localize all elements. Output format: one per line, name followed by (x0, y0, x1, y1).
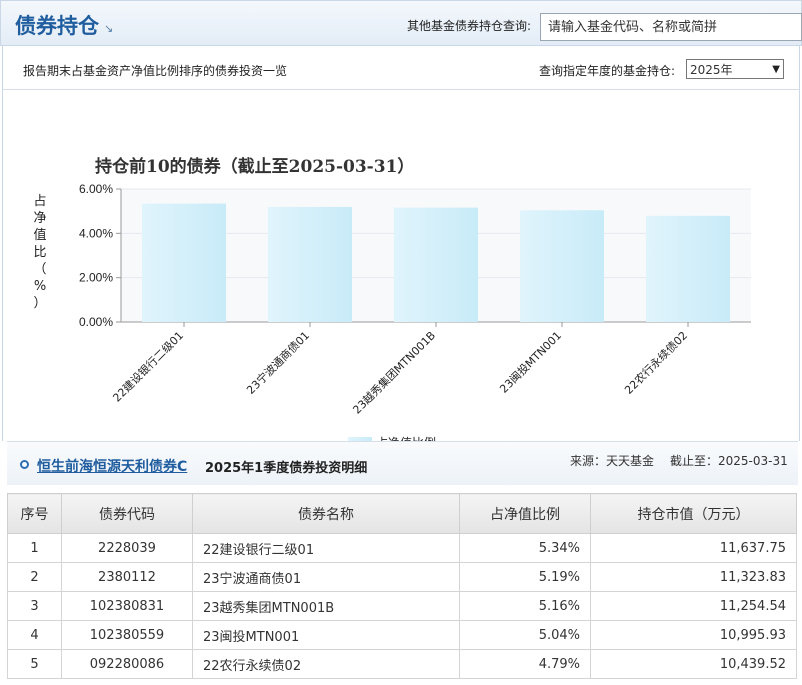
table-row: 4 102380559 23闽投MTN001 5.04% 10,995.93 (7, 620, 797, 650)
year-select-label: 查询指定年度的基金持仓: (539, 64, 676, 78)
chevron-down-icon: ▼ (772, 63, 780, 75)
column-header-value: 持仓市值（万元） (590, 493, 797, 534)
cell-code: 092280086 (61, 649, 193, 679)
cell-code: 102380831 (61, 591, 193, 621)
column-header-ratio: 占净值比例 (459, 493, 591, 534)
cell-code: 2228039 (61, 533, 193, 563)
cell-no: 1 (7, 533, 62, 563)
plot-area: 0.00% 2.00% 4.00% 6.00% 22建设银行二级01 23宁波通商债01 2… (79, 182, 751, 417)
chart-panel: 报告期末占基金资产净值比例排序的债券投资一览 查询指定年度的基金持仓: 2025… (2, 46, 800, 441)
holdings-description: 报告期末占基金资产净值比例排序的债券投资一览 (23, 64, 288, 78)
as-of-date: 截止至：2025-03-31 (670, 454, 788, 468)
y-axis-label-char: （ (33, 262, 46, 277)
y-axis-label-char: ） (33, 296, 46, 311)
cell-ratio: 5.19% (459, 562, 591, 592)
cell-no: 3 (7, 591, 62, 621)
y-tick-label: 6.00% (79, 182, 113, 196)
fund-query-label: 其他基金债券持仓查询: (407, 19, 532, 33)
table-header-row: 序号 债券代码 债券名称 占净值比例 持仓市值（万元） (7, 493, 797, 534)
bar[interactable] (646, 215, 730, 322)
cell-value: 11,323.83 (590, 562, 797, 592)
expand-arrow-icon[interactable]: ↘ (104, 22, 113, 35)
cell-code: 102380559 (61, 620, 193, 650)
fund-name-link[interactable]: 恒生前海恒源天利债券C (37, 456, 187, 476)
chart-title: 持仓前10的债券（截止至2025-03-31） (95, 156, 414, 177)
table-row: 1 2228039 22建设银行二级01 5.34% 11,637.75 (7, 533, 797, 563)
table-row: 5 092280086 22农行永续债02 4.79% 10,439.52 (7, 649, 797, 679)
detail-header: 恒生前海恒源天利债券C 2025年1季度债券投资明细 来源：天天基金 截止至：2… (7, 441, 798, 485)
cell-code: 2380112 (61, 562, 193, 592)
cell-name: 23越秀集团MTN001B (192, 591, 460, 621)
x-tick-label: 22农行永续债02 (622, 328, 691, 397)
cell-name: 22农行永续债02 (192, 649, 460, 679)
holdings-table: 序号 债券代码 债券名称 占净值比例 持仓市值（万元） 1 2228039 22… (7, 493, 797, 679)
x-tick-label: 23宁波通商债01 (244, 328, 313, 397)
bar[interactable] (394, 207, 478, 322)
cell-name: 23宁波通商债01 (192, 562, 460, 592)
y-axis-label-char: 占 (33, 194, 46, 209)
cell-value: 10,995.93 (590, 620, 797, 650)
data-source: 来源：天天基金 (570, 454, 655, 468)
fund-search-input[interactable] (540, 13, 802, 41)
bar[interactable] (520, 210, 604, 322)
cell-value: 11,254.54 (590, 591, 797, 621)
page-header: 债券持仓 ↘ 其他基金债券持仓查询: (0, 0, 802, 46)
y-tick-label: 4.00% (79, 226, 113, 240)
year-select-value: 2025年 (690, 62, 733, 77)
bullet-icon (20, 460, 29, 469)
cell-name: 22建设银行二级01 (192, 533, 460, 563)
cell-no: 5 (7, 649, 62, 679)
bar[interactable] (142, 203, 226, 322)
table-row: 2 2380112 23宁波通商债01 5.19% 11,323.83 (7, 562, 797, 592)
year-select[interactable]: 2025年 ▼ (686, 59, 784, 79)
x-tick-label: 22建设银行二级01 (110, 328, 186, 404)
cell-ratio: 5.04% (459, 620, 591, 650)
y-axis-label-char: 比 (33, 245, 46, 260)
detail-title: 2025年1季度债券投资明细 (205, 461, 368, 476)
bond-holdings-chart: 持仓前10的债券（截止至2025-03-31） 占净值比 （% ） 0.00% 2.0… (33, 156, 751, 441)
cell-no: 4 (7, 620, 62, 650)
bar[interactable] (268, 206, 352, 322)
cell-no: 2 (7, 562, 62, 592)
cell-ratio: 4.79% (459, 649, 591, 679)
chart-subbar: 报告期末占基金资产净值比例排序的债券投资一览 查询指定年度的基金持仓: 2025… (3, 46, 799, 90)
cell-value: 11,637.75 (590, 533, 797, 563)
cell-name: 23闽投MTN001 (192, 620, 460, 650)
y-axis-label-char: 值 (33, 227, 46, 243)
column-header-name: 债券名称 (192, 493, 460, 534)
y-axis-label: 占净值比 （% ） (33, 194, 46, 311)
y-tick-label: 0.00% (79, 315, 113, 329)
y-axis-label-char: 净 (33, 211, 46, 226)
y-tick-label: 2.00% (79, 271, 113, 285)
x-tick-label: 23闽投MTN001 (497, 328, 564, 395)
table-row: 3 102380831 23越秀集团MTN001B 5.16% 11,254.5… (7, 591, 797, 621)
cell-value: 10,439.52 (590, 649, 797, 679)
column-header-code: 债券代码 (61, 493, 193, 534)
cell-ratio: 5.16% (459, 591, 591, 621)
column-header-no: 序号 (7, 493, 62, 534)
cell-ratio: 5.34% (459, 533, 591, 563)
page-title: 债券持仓 (15, 14, 99, 38)
y-axis-label-char: % (34, 279, 46, 294)
x-tick-label: 23越秀集团MTN001B (350, 328, 438, 416)
